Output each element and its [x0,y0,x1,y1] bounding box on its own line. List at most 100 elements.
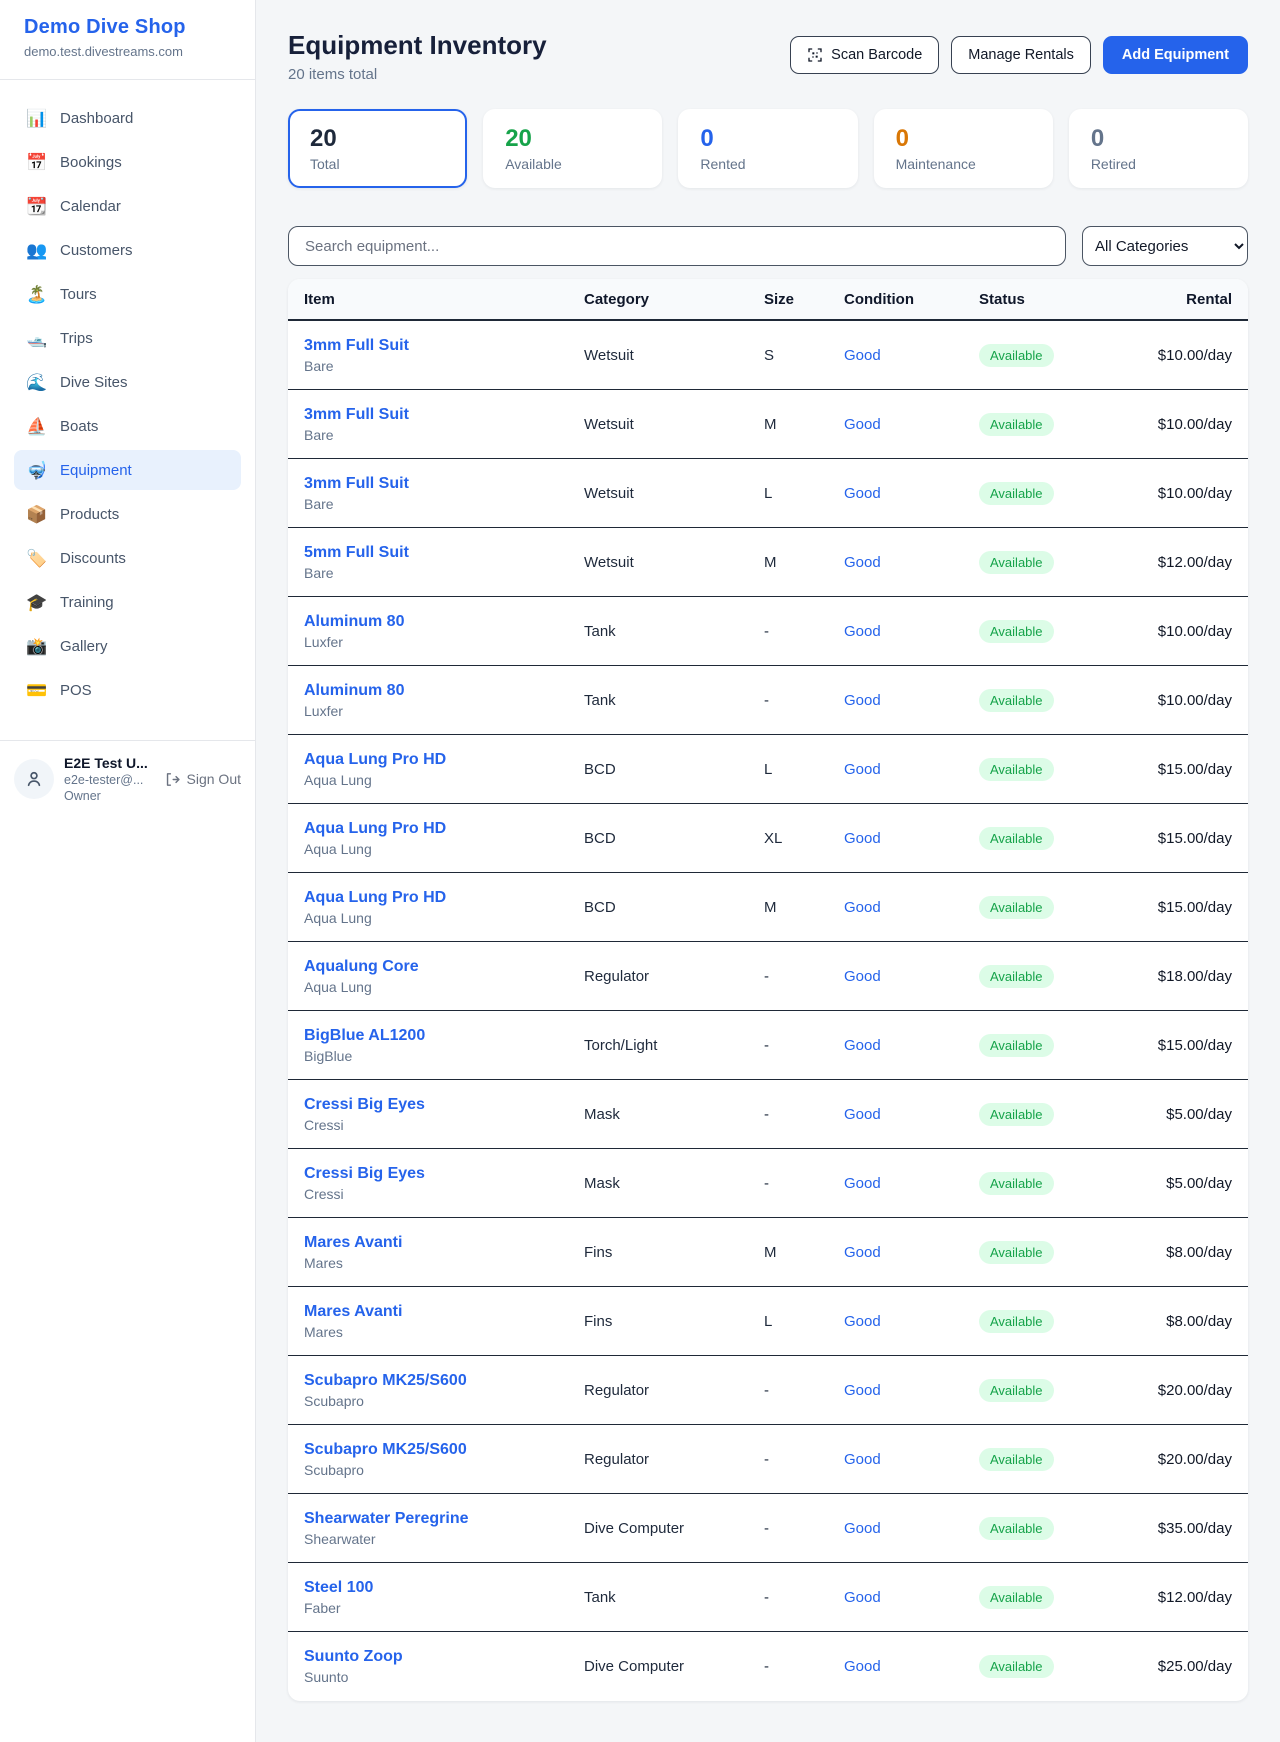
condition-link[interactable]: Good [844,347,979,364]
search-input[interactable] [288,226,1066,266]
stat-card[interactable]: 0 Rented [678,109,857,188]
category-cell: BCD [584,899,764,916]
condition-link[interactable]: Good [844,692,979,709]
item-name-link[interactable]: Aqua Lung Pro HD [304,889,584,907]
item-name-link[interactable]: Mares Avanti [304,1303,584,1321]
status-badge: Available [979,1448,1054,1471]
nav-item-label: POS [60,682,92,699]
condition-link[interactable]: Good [844,1106,979,1123]
condition-link[interactable]: Good [844,1520,979,1537]
nav-item-icon: 🎓 [26,594,48,611]
item-name-link[interactable]: 3mm Full Suit [304,475,584,493]
item-name-link[interactable]: Scubapro MK25/S600 [304,1441,584,1459]
size-cell: M [764,554,844,571]
condition-link[interactable]: Good [844,968,979,985]
condition-link[interactable]: Good [844,761,979,778]
nav-item-icon: 🌊 [26,374,48,391]
add-equipment-label: Add Equipment [1122,47,1229,63]
sidebar-nav-item[interactable]: 🤿 Equipment [14,450,241,490]
status-badge: Available [979,620,1054,643]
item-name-link[interactable]: Steel 100 [304,1579,584,1597]
sidebar-nav-item[interactable]: 🌊 Dive Sites [14,362,241,402]
rental-cell: $15.00/day [1129,830,1232,847]
condition-link[interactable]: Good [844,1658,979,1675]
item-cell: Scubapro MK25/S600 Scubapro [304,1372,584,1409]
item-name-link[interactable]: Aluminum 80 [304,613,584,631]
category-select[interactable]: All Categories [1082,226,1248,266]
category-cell: Fins [584,1244,764,1261]
nav-item-label: Discounts [60,550,126,567]
table-row: Mares Avanti Mares Fins M Good Available… [288,1218,1248,1287]
nav-item-label: Boats [60,418,98,435]
condition-link[interactable]: Good [844,1451,979,1468]
item-name-link[interactable]: 5mm Full Suit [304,544,584,562]
condition-link[interactable]: Good [844,485,979,502]
item-cell: Cressi Big Eyes Cressi [304,1165,584,1202]
sidebar-nav-item[interactable]: 📅 Bookings [14,142,241,182]
main-content: Equipment Inventory 20 items total Scan … [256,0,1280,1709]
condition-link[interactable]: Good [844,1175,979,1192]
item-name-link[interactable]: Aqua Lung Pro HD [304,751,584,769]
category-cell: Torch/Light [584,1037,764,1054]
sidebar-nav-item[interactable]: 📸 Gallery [14,626,241,666]
size-cell: M [764,1244,844,1261]
item-brand: Cressi [304,1186,584,1202]
item-name-link[interactable]: Suunto Zoop [304,1648,584,1666]
item-name-link[interactable]: Shearwater Peregrine [304,1510,584,1528]
condition-link[interactable]: Good [844,416,979,433]
condition-link[interactable]: Good [844,1589,979,1606]
condition-link[interactable]: Good [844,623,979,640]
sidebar-nav-item[interactable]: 📦 Products [14,494,241,534]
sidebar-nav-item[interactable]: 🏝️ Tours [14,274,241,314]
item-name-link[interactable]: Mares Avanti [304,1234,584,1252]
sidebar-nav-item[interactable]: 🎓 Training [14,582,241,622]
item-name-link[interactable]: Scubapro MK25/S600 [304,1372,584,1390]
sidebar-nav-item[interactable]: ⛵ Boats [14,406,241,446]
item-cell: 3mm Full Suit Bare [304,337,584,374]
item-name-link[interactable]: Cressi Big Eyes [304,1165,584,1183]
sidebar-nav-item[interactable]: 🛥️ Trips [14,318,241,358]
stat-card[interactable]: 20 Available [483,109,662,188]
manage-rentals-button[interactable]: Manage Rentals [951,36,1091,74]
add-equipment-button[interactable]: Add Equipment [1103,36,1248,74]
table-body: 3mm Full Suit Bare Wetsuit S Good Availa… [288,321,1248,1701]
scan-barcode-button[interactable]: Scan Barcode [790,36,939,74]
item-cell: Shearwater Peregrine Shearwater [304,1510,584,1547]
size-cell: M [764,899,844,916]
stat-card[interactable]: 20 Total [288,109,467,188]
rental-cell: $8.00/day [1129,1244,1232,1261]
condition-link[interactable]: Good [844,1244,979,1261]
nav-item-label: Customers [60,242,133,259]
status-badge: Available [979,1172,1054,1195]
nav-item-label: Tours [60,286,97,303]
item-name-link[interactable]: BigBlue AL1200 [304,1027,584,1045]
condition-link[interactable]: Good [844,830,979,847]
item-name-link[interactable]: 3mm Full Suit [304,406,584,424]
item-name-link[interactable]: 3mm Full Suit [304,337,584,355]
sidebar-nav-item[interactable]: 🏷️ Discounts [14,538,241,578]
sign-out-button[interactable]: Sign Out [164,771,241,788]
stat-card[interactable]: 0 Retired [1069,109,1248,188]
condition-link[interactable]: Good [844,1037,979,1054]
condition-link[interactable]: Good [844,899,979,916]
sidebar-nav-item[interactable]: 💳 POS [14,670,241,710]
item-name-link[interactable]: Cressi Big Eyes [304,1096,584,1114]
condition-link[interactable]: Good [844,1382,979,1399]
size-cell: - [764,1037,844,1054]
status-badge: Available [979,1310,1054,1333]
condition-link[interactable]: Good [844,1313,979,1330]
table-column-header: Condition [844,291,979,308]
user-block: E2E Test U... e2e-tester@... Owner Sign … [0,740,255,817]
item-name-link[interactable]: Aqua Lung Pro HD [304,820,584,838]
sidebar-nav-item[interactable]: 📊 Dashboard [14,98,241,138]
table-column-header: Size [764,291,844,308]
stat-card[interactable]: 0 Maintenance [874,109,1053,188]
sidebar-nav-item[interactable]: 👥 Customers [14,230,241,270]
condition-link[interactable]: Good [844,554,979,571]
sidebar-nav-item[interactable]: 📆 Calendar [14,186,241,226]
item-name-link[interactable]: Aqualung Core [304,958,584,976]
item-name-link[interactable]: Aluminum 80 [304,682,584,700]
category-cell: Dive Computer [584,1658,764,1675]
item-brand: Suunto [304,1669,584,1685]
rental-cell: $15.00/day [1129,761,1232,778]
